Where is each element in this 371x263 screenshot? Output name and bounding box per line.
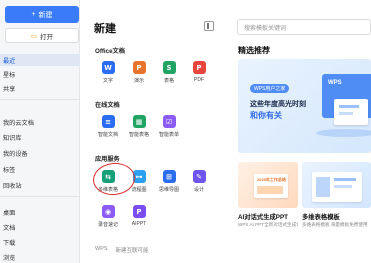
- card-subtitle: 多维表格模板 海量模板免费使用: [302, 222, 368, 227]
- banner-line-1: 这些年度高光时刻: [250, 101, 306, 108]
- new-pdf-button[interactable]: P PDF: [188, 61, 210, 83]
- template-card-ai-ppt[interactable]: 2025年工作总结: [238, 162, 298, 208]
- sidebar-item-knowledge-base[interactable]: 知识库: [0, 131, 80, 143]
- design-icon: ✎: [192, 170, 206, 183]
- new-smart-sheet-button[interactable]: ▦ 智能表格: [128, 115, 150, 138]
- sidebar-item-browse[interactable]: 浏览: [0, 251, 80, 263]
- sidebar-divider: [0, 196, 80, 197]
- new-mind-map-button[interactable]: ⊞ 思维导图: [158, 170, 180, 193]
- card-title: AI对话式生成PPT: [238, 214, 289, 221]
- recommend-panel: 搜索模板关键词 精选推荐 WPS用户之家 这些年度高光时刻 和你有关 WPS 2…: [229, 0, 371, 263]
- card-title: 多维表格模板: [302, 214, 340, 221]
- page-title: 新建: [94, 23, 116, 35]
- open-button-label: 打开: [40, 33, 54, 41]
- smart-sheet-icon: ▦: [132, 115, 146, 128]
- new-smart-doc-button[interactable]: ≡ 智能文档: [97, 115, 119, 138]
- smart-doc-icon: ≡: [101, 115, 115, 128]
- sidebar-divider: [0, 99, 80, 100]
- mind-map-icon: ⊞: [162, 170, 176, 183]
- footer-brand: WPS: [95, 246, 108, 252]
- multi-table-thumbnail: [312, 172, 362, 202]
- writer-icon: W: [101, 61, 115, 74]
- banner-card-illustration: [334, 99, 368, 125]
- smart-form-icon: ☑: [162, 115, 176, 128]
- promo-banner[interactable]: WPS用户之家 这些年度高光时刻 和你有关 WPS: [238, 59, 371, 153]
- sidebar-item-shared[interactable]: 共享: [0, 82, 80, 94]
- new-writer-button[interactable]: W 文字: [97, 61, 119, 84]
- plus-icon: +: [31, 11, 36, 18]
- new-button[interactable]: + 新建: [5, 6, 79, 23]
- new-design-button[interactable]: ✎ 设计: [188, 170, 210, 193]
- new-spreadsheet-button[interactable]: S 表格: [158, 61, 180, 84]
- banner-base-illustration: [316, 129, 371, 137]
- sidebar-item-tags[interactable]: 标签: [0, 163, 80, 175]
- sidebar-item-my-devices[interactable]: 我的设备: [0, 147, 80, 159]
- section-title-office: Office文档: [95, 48, 125, 55]
- pdf-icon: P: [192, 61, 206, 74]
- footer-link[interactable]: 新建互联可能: [116, 246, 149, 254]
- folder-icon: ▭: [30, 32, 38, 40]
- template-card-multi-table[interactable]: [302, 162, 371, 208]
- sidebar-item-cloud-docs[interactable]: 我的云文档: [0, 116, 80, 128]
- new-aippt-button[interactable]: P AIPPT: [128, 205, 150, 227]
- sidebar: + 新建 ▭ 打开 最近 星标 共享 我的云文档 知识库 我的设备 标签 回收站…: [0, 0, 80, 263]
- open-button[interactable]: ▭ 打开: [5, 28, 79, 43]
- sidebar-item-desktop[interactable]: 桌面: [0, 206, 80, 218]
- ai-ppt-thumbnail-text: 2025年工作总结: [257, 177, 286, 182]
- section-title-app-services: 应用服务: [95, 156, 120, 163]
- new-presentation-button[interactable]: P 演示: [128, 61, 150, 84]
- recommend-title: 精选推荐: [238, 46, 270, 55]
- sidebar-item-documents[interactable]: 文档: [0, 221, 80, 233]
- banner-tag: WPS用户之家: [250, 84, 290, 93]
- new-panel: 新建 Office文档 W 文字 P 演示 S 表格 P PDF 在线文档 ≡ …: [81, 0, 221, 263]
- spreadsheet-icon: S: [162, 61, 176, 74]
- sidebar-item-starred[interactable]: 星标: [0, 68, 80, 80]
- new-smart-form-button[interactable]: ☑ 智能表单: [158, 115, 180, 138]
- new-button-label: 新建: [38, 11, 53, 19]
- banner-screen-text: WPS: [328, 80, 342, 86]
- presentation-icon: P: [132, 61, 146, 74]
- section-title-online: 在线文档: [95, 102, 120, 109]
- aippt-icon: P: [132, 205, 146, 218]
- banner-line-2: 和你有关: [250, 111, 282, 120]
- sidebar-item-recycle-bin[interactable]: 回收站: [0, 179, 80, 191]
- voice-memo-icon: ◉: [101, 205, 115, 218]
- footer-links: WPS 新建互联可能: [95, 246, 149, 254]
- sidebar-item-recent[interactable]: 最近: [0, 54, 80, 66]
- template-search-input[interactable]: 搜索模板关键词: [237, 19, 371, 35]
- card-subtitle: WPS AI PPT全新对话式生成体验: [238, 222, 298, 227]
- ai-ppt-thumbnail: 2025年工作总结: [254, 174, 288, 198]
- sidebar-item-downloads[interactable]: 下载: [0, 236, 80, 248]
- new-voice-memo-button[interactable]: ◉ 录音速记: [97, 205, 119, 228]
- collapse-panel-icon[interactable]: [204, 21, 214, 31]
